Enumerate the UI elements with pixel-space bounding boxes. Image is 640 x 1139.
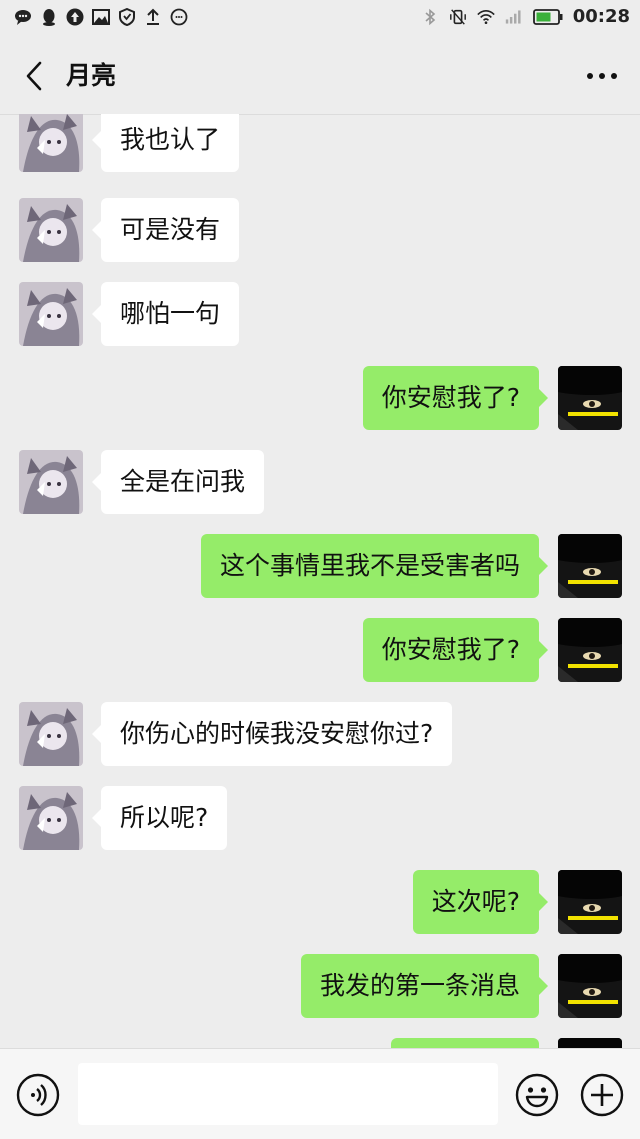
vibrate-icon bbox=[449, 8, 467, 26]
my-avatar[interactable] bbox=[558, 366, 622, 430]
emoji-icon bbox=[515, 1073, 559, 1117]
contact-avatar[interactable] bbox=[19, 450, 83, 514]
outgoing-message-bubble[interactable]: 我发的第一条消息 bbox=[300, 954, 549, 1018]
incoming-message-bubble[interactable]: 所以呢? bbox=[91, 786, 228, 850]
status-left-icons bbox=[14, 8, 188, 26]
contact-avatar[interactable] bbox=[19, 786, 83, 850]
outgoing-message-bubble[interactable]: 这次呢? bbox=[412, 870, 549, 934]
outgoing-message-bubble[interactable]: 你安慰我了? bbox=[362, 366, 549, 430]
status-right-icons: 00:28 bbox=[421, 6, 630, 27]
incoming-message-bubble[interactable]: 我也认了 bbox=[91, 114, 240, 172]
incoming-message-bubble[interactable]: 可是没有 bbox=[91, 198, 240, 262]
more-button[interactable] bbox=[582, 58, 622, 94]
incoming-message-bubble[interactable]: 哪怕一句 bbox=[91, 282, 240, 346]
incoming-message-bubble[interactable]: 你伤心的时候我没安慰你过? bbox=[91, 702, 453, 766]
outgoing-message-bubble[interactable]: 这个事情里我不是受害者吗 bbox=[200, 534, 549, 598]
wifi-icon bbox=[476, 8, 495, 26]
incoming-message-bubble[interactable]: 全是在问我 bbox=[91, 450, 265, 514]
contact-avatar[interactable] bbox=[19, 198, 83, 262]
plus-icon bbox=[580, 1073, 624, 1117]
image-icon bbox=[92, 8, 110, 26]
voice-button[interactable] bbox=[16, 1073, 60, 1117]
voice-icon bbox=[16, 1073, 60, 1117]
signal-icon bbox=[505, 8, 523, 26]
my-avatar[interactable] bbox=[558, 618, 622, 682]
my-avatar[interactable] bbox=[558, 534, 622, 598]
outgoing-message-bubble[interactable] bbox=[391, 1038, 539, 1048]
emoji-button[interactable] bbox=[515, 1073, 559, 1117]
message-row: 你安慰我了? bbox=[0, 366, 640, 432]
chat-input-bar bbox=[0, 1048, 640, 1139]
my-avatar[interactable] bbox=[558, 870, 622, 934]
message-row: 你安慰我了? bbox=[0, 618, 640, 684]
bluetooth-icon bbox=[421, 8, 439, 26]
message-row: 哪怕一句 bbox=[0, 282, 640, 348]
chevron-left-icon bbox=[26, 61, 42, 91]
message-row: 我也认了 bbox=[0, 114, 640, 180]
shield-icon bbox=[118, 8, 136, 26]
more-dots-icon bbox=[587, 73, 617, 79]
back-button[interactable] bbox=[16, 58, 52, 94]
message-row: 全是在问我 bbox=[0, 450, 640, 516]
more-functions-button[interactable] bbox=[580, 1073, 624, 1117]
message-row: 你伤心的时候我没安慰你过? bbox=[0, 702, 640, 768]
message-icon bbox=[14, 8, 32, 26]
message-list[interactable]: 我也认了 可是没有 哪怕一句 你安慰我了? 全是在问我 这个事情里我不是受害者吗 bbox=[0, 114, 640, 1048]
contact-avatar[interactable] bbox=[19, 702, 83, 766]
message-input[interactable] bbox=[78, 1063, 498, 1125]
chat-header: 月亮 bbox=[0, 38, 640, 115]
message-row: 可是没有 bbox=[0, 198, 640, 264]
qq-icon bbox=[40, 8, 58, 26]
my-avatar[interactable] bbox=[558, 1038, 622, 1048]
message-row: 所以呢? bbox=[0, 786, 640, 852]
contact-avatar[interactable] bbox=[19, 282, 83, 346]
message-row: 这次呢? bbox=[0, 870, 640, 936]
contact-avatar[interactable] bbox=[19, 114, 83, 172]
chat-title: 月亮 bbox=[66, 61, 117, 90]
smiley-icon bbox=[170, 8, 188, 26]
message-row bbox=[0, 1038, 640, 1048]
outgoing-message-bubble[interactable]: 你安慰我了? bbox=[362, 618, 549, 682]
status-time: 00:28 bbox=[572, 6, 630, 27]
message-row: 我发的第一条消息 bbox=[0, 954, 640, 1020]
message-row: 这个事情里我不是受害者吗 bbox=[0, 534, 640, 600]
status-bar: 00:28 bbox=[0, 0, 640, 38]
upload-icon bbox=[144, 8, 162, 26]
my-avatar[interactable] bbox=[558, 954, 622, 1018]
battery-icon bbox=[532, 8, 563, 26]
upload-circle-icon bbox=[66, 8, 84, 26]
